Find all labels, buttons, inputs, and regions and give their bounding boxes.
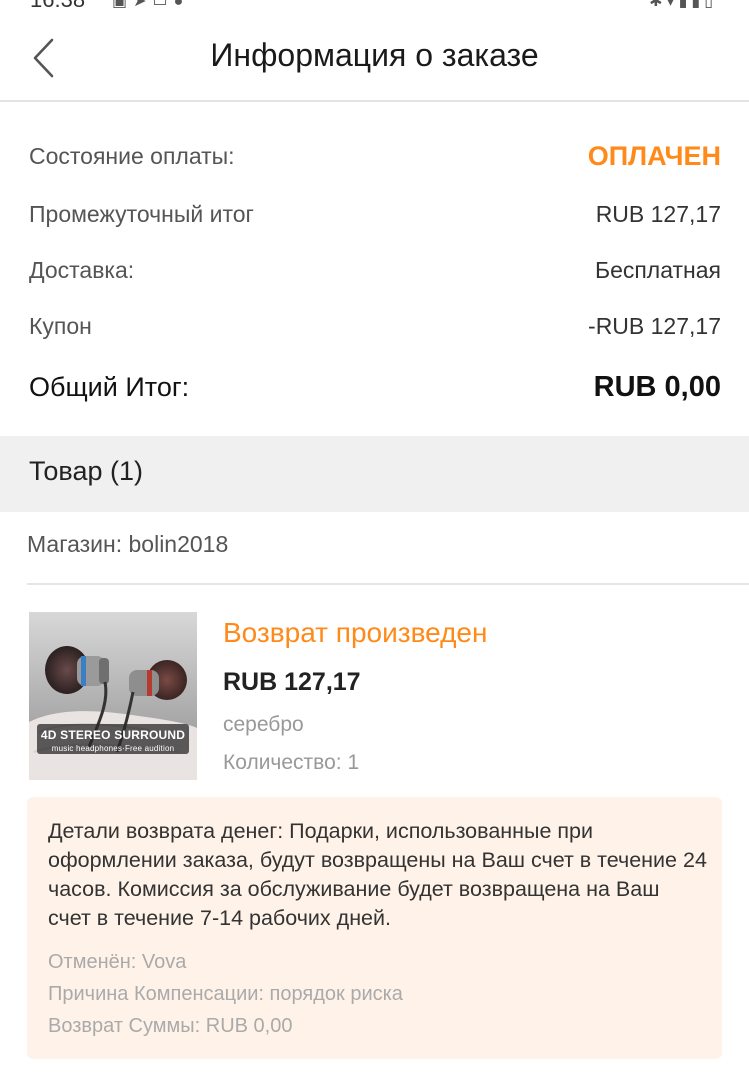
shop-divider (27, 583, 749, 585)
total-row: Общий Итог: RUB 0,00 (29, 367, 721, 407)
total-label: Общий Итог: (29, 372, 190, 402)
shop-name[interactable]: Магазин: bolin2018 (27, 531, 228, 558)
subtotal-row: Промежуточный итог RUB 127,17 (29, 194, 721, 234)
app-header: Информация о заказе (0, 14, 749, 100)
paper-plane-icon: ➤ (133, 0, 153, 10)
coupon-row: Купон -RUB 127,17 (29, 306, 721, 346)
photo-icon: ▣ (112, 0, 134, 10)
payment-status-row: Состояние оплаты: ОПЛАЧЕН (29, 136, 721, 176)
product-price: RUB 127,17 (223, 668, 361, 696)
delivery-value: Бесплатная (594, 257, 721, 283)
subtotal-label: Промежуточный итог (29, 201, 254, 227)
battery-icon: ▯ (704, 0, 717, 10)
product-image[interactable]: 4D STEREO SURROUND music headphones·Free… (29, 612, 197, 780)
product-image-caption: 4D STEREO SURROUND music headphones·Free… (40, 728, 186, 753)
product-color: серебро (223, 713, 304, 736)
payment-status-label: Состояние оплаты: (29, 143, 235, 169)
message-icon: ▭ (152, 0, 174, 10)
bluetooth-icon: ✱ (649, 0, 667, 10)
payment-status-badge: ОПЛАЧЕН (587, 141, 721, 171)
refund-details-box: Детали возврата денег: Подарки, использо… (27, 797, 722, 1059)
product-refund-status: Возврат произведен (223, 617, 488, 648)
refund-reason: Причина Компенсации: порядок риска (48, 983, 403, 1005)
coupon-label: Купон (29, 313, 92, 339)
status-left-icons: ▣➤▭● (112, 0, 189, 11)
status-right-icons: ✱▾▮▮▯ (649, 0, 717, 11)
circle-icon: ● (173, 0, 190, 10)
signal-icon: ▮▮ (678, 0, 705, 10)
refund-amount: Возврат Суммы: RUB 0,00 (48, 1015, 293, 1037)
wifi-icon: ▾ (666, 0, 679, 10)
coupon-value: -RUB 127,17 (588, 313, 721, 339)
status-bar: 16:38 ▣➤▭● ✱▾▮▮▯ (0, 0, 749, 14)
status-time: 16:38 (30, 0, 85, 13)
order-summary: Состояние оплаты: ОПЛАЧЕН Промежуточный … (0, 102, 749, 436)
products-section-header: Товар (1) (0, 436, 749, 512)
cancelled-by: Отменён: Vova (48, 951, 187, 973)
subtotal-value: RUB 127,17 (595, 201, 721, 227)
products-section-title: Товар (1) (29, 456, 143, 486)
delivery-row: Доставка: Бесплатная (29, 250, 721, 290)
total-value: RUB 0,00 (593, 371, 721, 403)
refund-details-text: Детали возврата денег: Подарки, использо… (48, 819, 707, 930)
page-title: Информация о заказе (210, 37, 539, 73)
delivery-label: Доставка: (29, 257, 135, 283)
product-quantity: Количество: 1 (223, 751, 360, 774)
earphones-image (29, 612, 197, 780)
